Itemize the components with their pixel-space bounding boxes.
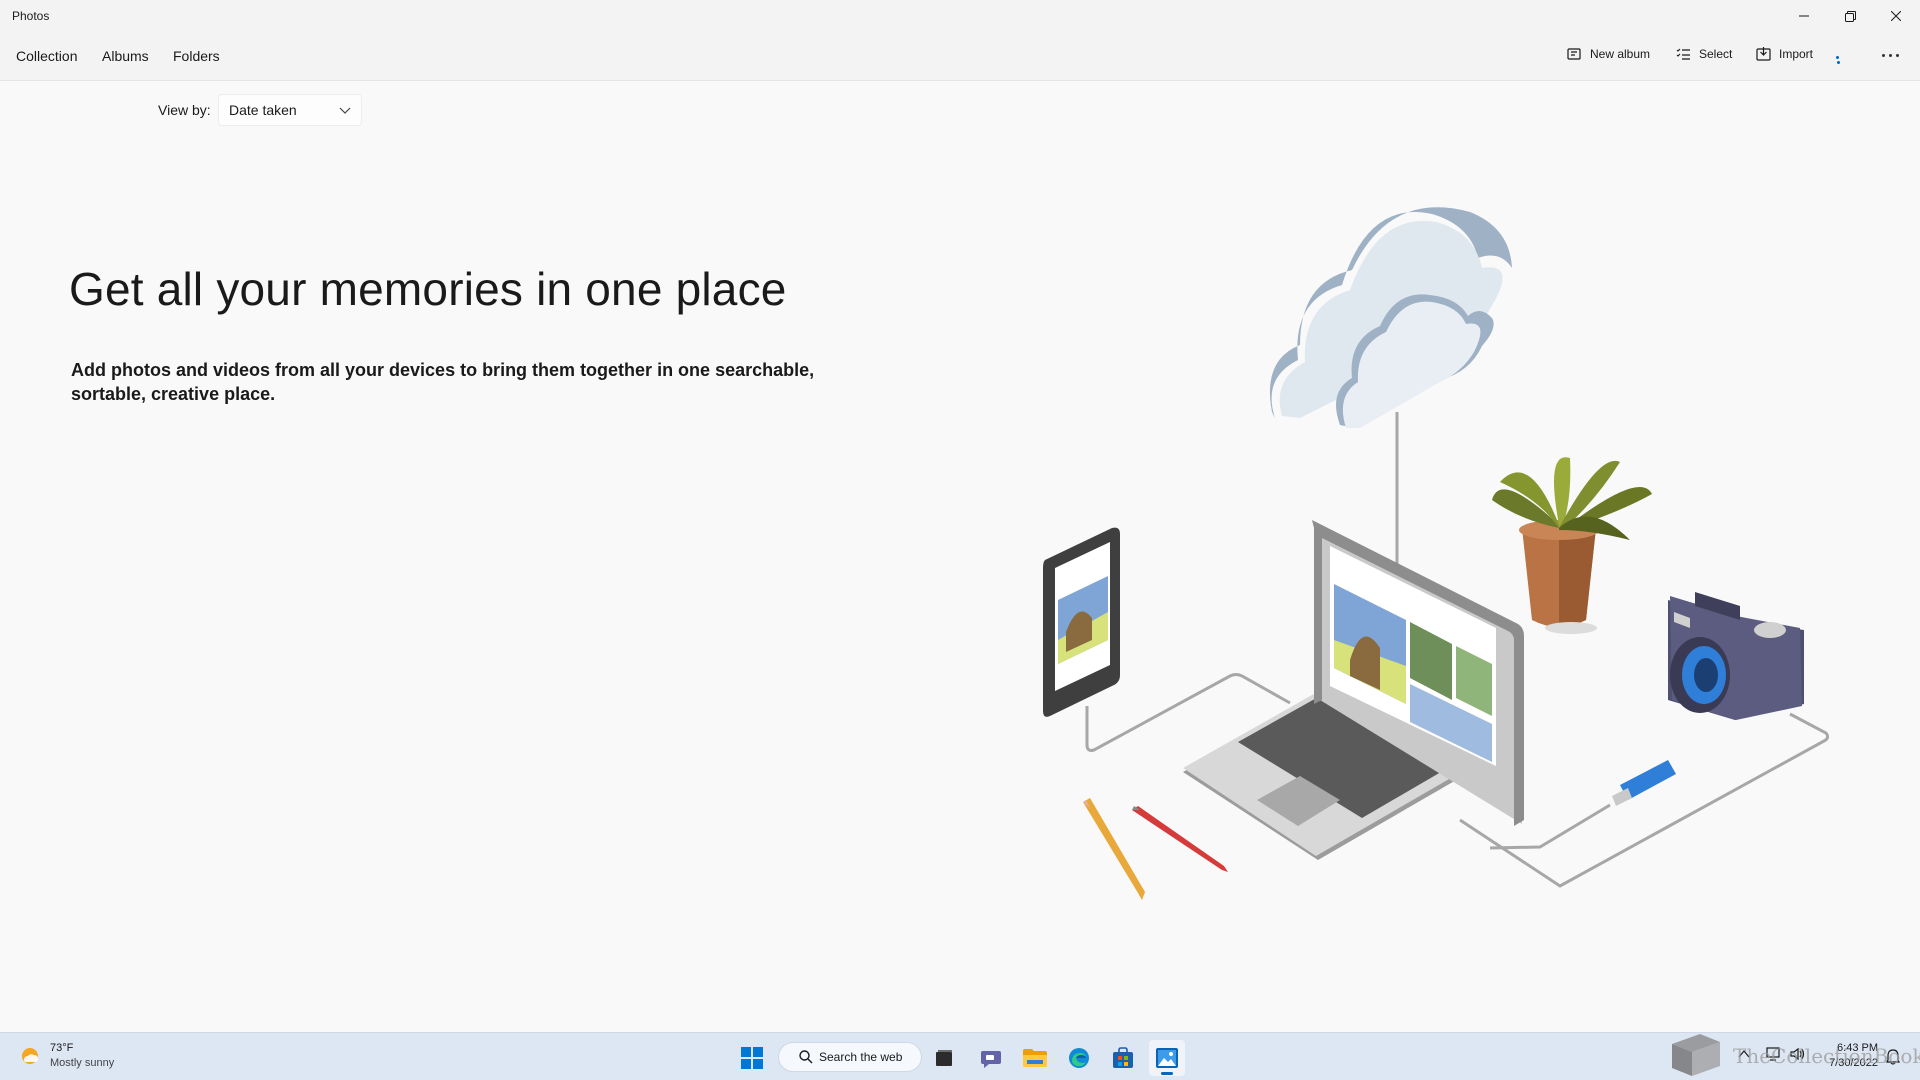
teams-chat-button[interactable] xyxy=(973,1040,1009,1076)
camera-illustration xyxy=(1668,592,1804,720)
view-by-label: View by: xyxy=(158,102,211,118)
new-album-label: New album xyxy=(1590,47,1651,61)
usb-stick-illustration xyxy=(1612,760,1676,806)
tab-albums[interactable]: Albums xyxy=(102,48,149,64)
devices-illustration xyxy=(1043,207,1830,900)
hero-description: Add photos and videos from all your devi… xyxy=(71,360,815,404)
store-icon xyxy=(1113,1047,1133,1068)
start-icon xyxy=(741,1047,763,1069)
taskbar-search[interactable]: Search the web xyxy=(778,1042,922,1072)
tab-collection[interactable]: Collection xyxy=(16,48,77,64)
laptop-illustration xyxy=(1183,520,1524,860)
view-by-selected: Date taken xyxy=(229,102,297,118)
search-label: Search the web xyxy=(819,1050,903,1064)
photos-app-button[interactable] xyxy=(1149,1040,1185,1076)
import-icon xyxy=(1756,47,1771,61)
watermark-text: TheCollectionBook xyxy=(1733,1044,1920,1068)
new-album-icon xyxy=(1567,48,1581,60)
import-label: Import xyxy=(1779,47,1814,61)
weather-temp: 73°F xyxy=(50,1042,74,1054)
view-by-dropdown[interactable]: Date taken xyxy=(218,94,362,126)
hero-title: Get all your memories in one place xyxy=(69,263,787,315)
select-list-icon xyxy=(1676,48,1690,60)
sun-cloud-icon xyxy=(22,1048,38,1064)
photos-icon xyxy=(1156,1048,1178,1068)
weather-widget[interactable]: 73°F Mostly sunny xyxy=(18,1041,114,1071)
import-button[interactable]: Import xyxy=(1756,47,1813,61)
close-icon xyxy=(1891,11,1901,21)
task-view-icon xyxy=(936,1050,952,1066)
restore-button[interactable] xyxy=(1827,0,1873,32)
edge-button[interactable] xyxy=(1061,1040,1097,1076)
store-button[interactable] xyxy=(1105,1040,1141,1076)
taskbar: 73°F Mostly sunny Search the web 6:43 PM… xyxy=(0,1032,1920,1080)
app-title: Photos xyxy=(12,9,50,23)
pencil-illustration xyxy=(1083,798,1145,900)
start-button[interactable] xyxy=(734,1040,770,1076)
phone-illustration xyxy=(1043,527,1120,717)
plant-illustration xyxy=(1492,457,1652,634)
close-button[interactable] xyxy=(1873,0,1919,32)
chevron-down-icon xyxy=(339,107,351,114)
minimize-button[interactable] xyxy=(1781,0,1827,32)
cloud-illustration xyxy=(1269,207,1512,428)
minimize-icon xyxy=(1799,15,1809,17)
active-app-indicator xyxy=(1161,1072,1173,1075)
more-options-icon xyxy=(1881,53,1885,57)
select-label: Select xyxy=(1699,47,1733,61)
weather-condition: Mostly sunny xyxy=(50,1057,115,1069)
teams-chat-icon xyxy=(981,1051,1001,1068)
pen-illustration xyxy=(1132,806,1228,872)
task-view-button[interactable] xyxy=(926,1040,962,1076)
title-bar: Photos xyxy=(0,0,1920,32)
new-album-button[interactable]: New album xyxy=(1567,47,1650,61)
edge-icon xyxy=(1069,1048,1089,1068)
search-icon xyxy=(799,1050,813,1064)
file-explorer-button[interactable] xyxy=(1017,1040,1053,1076)
select-button[interactable]: Select xyxy=(1676,47,1732,61)
more-options-button[interactable] xyxy=(1872,43,1908,67)
file-explorer-icon xyxy=(1023,1049,1047,1067)
command-bar: Collection Albums Folders New album Sele… xyxy=(0,32,1920,81)
restore-icon xyxy=(1844,10,1856,22)
book-watermark-icon xyxy=(1672,1034,1720,1076)
tab-folders[interactable]: Folders xyxy=(173,48,220,64)
loading-spinner xyxy=(1836,56,1840,64)
